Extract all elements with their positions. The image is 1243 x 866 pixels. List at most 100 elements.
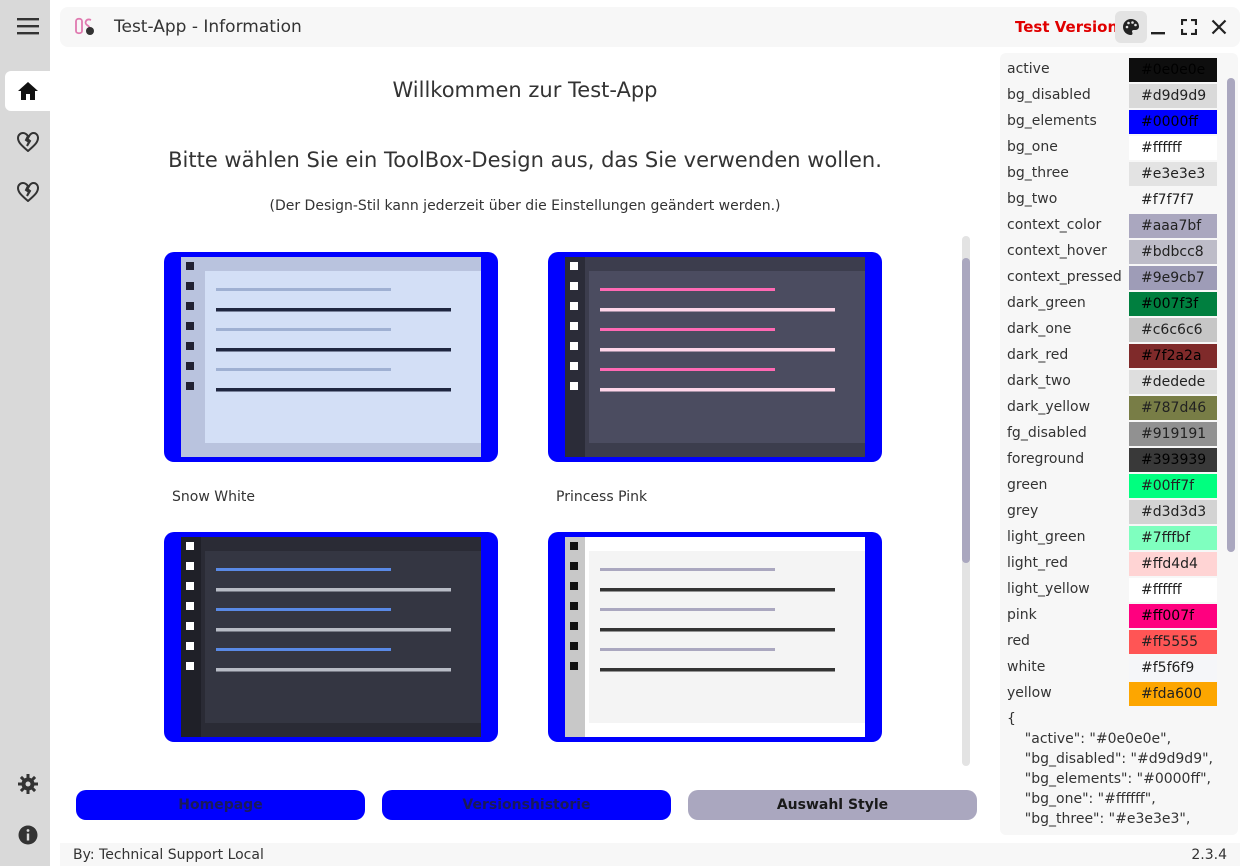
preview-sidebar-dot [570,342,578,350]
color-row-context-pressed: context_pressed #9e9cb7 [1007,265,1227,291]
color-name: yellow [1007,685,1052,701]
heart-broken-icon [16,182,39,202]
preview-sidebar-dot [186,542,194,550]
color-swatch[interactable]: #e3e3e3 [1129,162,1217,186]
color-swatch[interactable]: #393939 [1129,448,1217,472]
footer-credit: By: Technical Support Local [73,847,264,863]
design-card-snow-white[interactable] [164,252,498,462]
color-swatch[interactable]: #fda600 [1129,682,1217,706]
preview-sidebar-dot [186,282,194,290]
design-card-light[interactable] [548,532,882,742]
color-swatch[interactable]: #dedede [1129,370,1217,394]
title-bar[interactable]: Test-App - Information Test Version [60,7,1240,47]
color-name: dark_red [1007,347,1069,363]
color-swatch[interactable]: #aaa7bf [1129,214,1217,238]
color-row-white: white #f5f6f9 [1007,655,1227,681]
color-name: grey [1007,503,1039,519]
maximize-button[interactable] [1177,15,1201,39]
main-scrollbar-thumb[interactable] [962,258,970,563]
color-name: bg_three [1007,165,1069,181]
color-swatch[interactable]: #00ff7f [1129,474,1217,498]
preview-text-line [216,668,451,672]
heart-broken-button-1[interactable] [5,122,50,162]
color-swatch[interactable]: #0e0e0e [1129,58,1217,82]
design-label-snow-white: Snow White [172,489,255,505]
design-card-princess-pink[interactable] [548,252,882,462]
settings-button[interactable] [5,764,50,804]
preview-content [205,551,481,723]
minimize-button[interactable] [1146,15,1170,39]
preview-text-line [216,328,391,331]
color-swatch[interactable]: #f7f7f7 [1129,188,1217,212]
color-swatch[interactable]: #c6c6c6 [1129,318,1217,342]
color-swatch[interactable]: #787d46 [1129,396,1217,420]
heart-broken-icon [16,132,39,152]
preview-sidebar-dot [186,382,194,390]
preview-text-line [600,568,775,571]
gear-icon [17,774,38,794]
app-logo-icon [75,17,94,35]
preview-sidebar-dot [570,362,578,370]
home-button[interactable] [5,71,50,111]
main-scrollbar[interactable] [962,236,970,766]
preview-text-line [600,328,775,331]
preview-sidebar-dot [186,662,194,670]
preview-text-line [600,648,775,651]
preview-sidebar-dot [186,622,194,630]
color-swatch[interactable]: #7f2a2a [1129,344,1217,368]
color-swatch[interactable]: #0000ff [1129,110,1217,134]
preview-text-line [216,568,391,571]
color-swatch[interactable]: #ffffff [1129,578,1217,602]
color-name: light_red [1007,555,1068,571]
color-swatch[interactable]: #919191 [1129,422,1217,446]
maximize-icon [1181,19,1197,35]
color-row-fg-disabled: fg_disabled #919191 [1007,421,1227,447]
color-name: bg_one [1007,139,1058,155]
design-prompt: Bitte wählen Sie ein ToolBox-Design aus,… [168,148,882,172]
preview-text-line [600,368,775,371]
color-row-dark-one: dark_one #c6c6c6 [1007,317,1227,343]
color-name: bg_disabled [1007,87,1091,103]
color-panel-scrollbar[interactable] [1227,78,1235,552]
color-name: green [1007,477,1048,493]
color-row-light-green: light_green #7fffbf [1007,525,1227,551]
color-row-dark-red: dark_red #7f2a2a [1007,343,1227,369]
color-swatch[interactable]: #9e9cb7 [1129,266,1217,290]
color-name: context_pressed [1007,269,1122,285]
preview-text-line [216,288,391,291]
menu-button[interactable] [5,6,50,46]
select-style-button[interactable]: Auswahl Style [688,790,977,820]
design-card-dark[interactable] [164,532,498,742]
preview-text-line [216,648,391,651]
color-swatch[interactable]: #7fffbf [1129,526,1217,550]
preview-text-line [600,348,835,352]
color-swatch[interactable]: #007f3f [1129,292,1217,316]
preview-sidebar-dot [186,342,194,350]
color-swatch[interactable]: #d3d3d3 [1129,500,1217,524]
color-name: foreground [1007,451,1085,467]
color-swatch[interactable]: #ff007f [1129,604,1217,628]
welcome-heading: Willkommen zur Test-App [392,78,658,102]
color-swatch[interactable]: #f5f6f9 [1129,656,1217,680]
color-row-green: green #00ff7f [1007,473,1227,499]
color-name: fg_disabled [1007,425,1087,441]
color-swatch[interactable]: #ff5555 [1129,630,1217,654]
close-button[interactable] [1207,15,1231,39]
color-swatch[interactable]: #bdbcc8 [1129,240,1217,264]
color-name: bg_two [1007,191,1058,207]
preview-text-line [216,308,451,312]
preview-text-line [600,388,835,392]
version-history-button[interactable]: Versionshistorie [382,790,671,820]
design-preview [565,257,865,457]
preview-text-line [216,588,451,592]
homepage-button[interactable]: Homepage [76,790,365,820]
heart-broken-button-2[interactable] [5,172,50,212]
info-button[interactable] [5,815,50,855]
color-swatch[interactable]: #d9d9d9 [1129,84,1217,108]
preview-sidebar-dot [570,582,578,590]
color-swatch[interactable]: #ffd4d4 [1129,552,1217,576]
palette-button[interactable] [1115,11,1147,43]
color-row-light-yellow: light_yellow #ffffff [1007,577,1227,603]
preview-sidebar-dot [570,322,578,330]
color-swatch[interactable]: #ffffff [1129,136,1217,160]
